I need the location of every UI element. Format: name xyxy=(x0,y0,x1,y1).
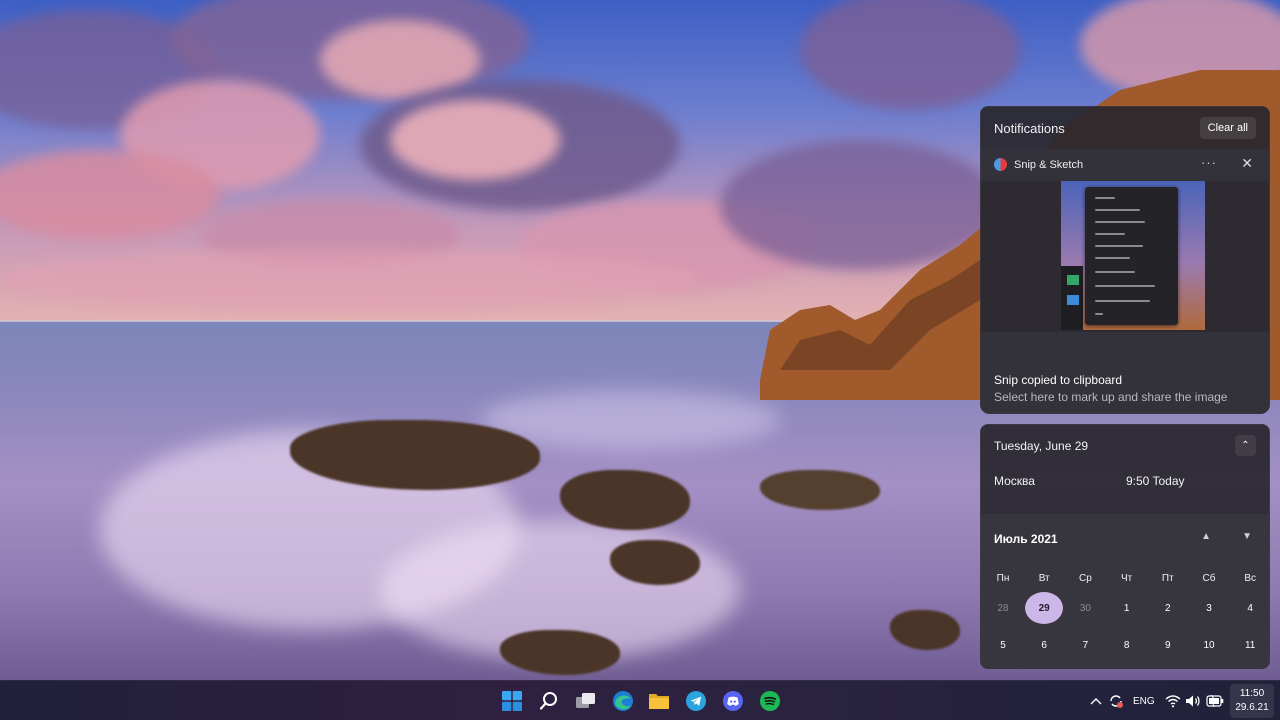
calendar-day-number: 6 xyxy=(1041,639,1047,651)
notifications-title: Notifications xyxy=(994,121,1065,136)
calendar-day-number: 5 xyxy=(1000,639,1006,651)
thumbnail-menu-line xyxy=(1095,271,1135,273)
show-hidden-icons[interactable] xyxy=(1090,681,1102,720)
start-icon[interactable] xyxy=(500,689,524,713)
toast-subtitle: Select here to mark up and share the ima… xyxy=(994,390,1228,404)
thumbnail-menu-line xyxy=(1095,300,1150,302)
snip-notification[interactable]: Snip & Sketch ··· ✕ Snip copied to clipb… xyxy=(981,149,1269,414)
calendar-day[interactable]: 3 xyxy=(1189,592,1229,624)
calendar-day[interactable]: 1 xyxy=(1107,592,1147,624)
calendar-day-number: 29 xyxy=(1025,592,1064,624)
taskbar-clock[interactable]: 11:50 29.6.21 xyxy=(1230,684,1274,718)
calendar-day-number: 30 xyxy=(1079,602,1091,614)
clock-time: 9:50 Today xyxy=(1126,474,1185,488)
thumbnail-menu-line xyxy=(1095,257,1130,259)
calendar-flyout: Tuesday, June 29 ⌃ Москва 9:50 Today Июл… xyxy=(980,424,1270,669)
calendar-day[interactable]: 10 xyxy=(1189,629,1229,661)
battery-icon[interactable] xyxy=(1206,681,1224,720)
calendar-day-number: 1 xyxy=(1123,602,1130,614)
calendar-day[interactable]: 4 xyxy=(1230,592,1269,624)
wallpaper-cloud xyxy=(0,250,700,310)
calendar-day-number: 4 xyxy=(1247,602,1253,614)
calendar-day-today[interactable]: 29 xyxy=(1024,592,1064,624)
thumbnail-context-menu xyxy=(1085,187,1178,325)
thumbnail-menu-line xyxy=(1095,209,1140,211)
weekday-header: Сб xyxy=(1202,572,1216,584)
toast-app-header: Snip & Sketch xyxy=(994,158,1083,171)
calendar-day[interactable]: 9 xyxy=(1148,629,1188,661)
calendar-month-view: Июль 2021 ▲ ▼ Пн Вт Ср Чт Пт Сб Вс 28 29 30 1 2 3 4 5 6… xyxy=(981,514,1269,668)
thumbnail-menu-line xyxy=(1095,313,1103,315)
calendar-day-number: 3 xyxy=(1206,602,1212,614)
calendar-day[interactable]: 28 xyxy=(983,592,1023,624)
weekday-header: Пн xyxy=(996,572,1010,584)
thumbnail-menu-line xyxy=(1095,285,1155,287)
calendar-day[interactable]: 6 xyxy=(1024,629,1064,661)
wifi-icon[interactable] xyxy=(1165,681,1181,720)
snip-sketch-icon xyxy=(994,158,1007,171)
thumbnail-menu-line xyxy=(1095,245,1143,247)
calendar-day-number: 8 xyxy=(1123,639,1130,651)
thumbnail-tile xyxy=(1067,295,1079,305)
search-icon[interactable] xyxy=(537,689,561,713)
more-options-icon[interactable]: ··· xyxy=(1201,155,1217,170)
calendar-date-heading: Tuesday, June 29 xyxy=(994,439,1089,453)
calendar-day-number: 9 xyxy=(1165,639,1171,651)
calendar-day[interactable]: 2 xyxy=(1148,592,1188,624)
close-icon[interactable]: ✕ xyxy=(1241,155,1253,172)
discord-icon[interactable] xyxy=(721,689,745,713)
taskbar: ENG 11:50 29.6.21 xyxy=(0,680,1280,720)
weekday-header: Ср xyxy=(1078,572,1092,584)
calendar-day[interactable]: 8 xyxy=(1107,629,1147,661)
language-indicator[interactable]: ENG xyxy=(1133,681,1155,720)
next-month-icon[interactable]: ▼ xyxy=(1242,531,1252,542)
file-explorer-icon[interactable] xyxy=(647,689,671,713)
month-label[interactable]: Июль 2021 xyxy=(994,532,1058,546)
taskbar-time: 11:50 xyxy=(1239,688,1265,699)
toast-title: Snip copied to clipboard xyxy=(994,373,1123,387)
thumbnail-menu-line xyxy=(1095,197,1115,199)
clear-all-button[interactable]: Clear all xyxy=(1199,117,1256,139)
edge-icon[interactable] xyxy=(611,689,635,713)
volume-icon[interactable] xyxy=(1185,681,1201,720)
weekday-header: Вт xyxy=(1038,572,1050,584)
chevron-up-icon: ⌃ xyxy=(1241,440,1250,451)
calendar-day-number: 2 xyxy=(1165,602,1171,614)
notification-center: Notifications Clear all Snip & Sketch ··… xyxy=(980,106,1270,414)
telegram-icon[interactable] xyxy=(684,689,708,713)
calendar-day[interactable]: 11 xyxy=(1230,629,1269,661)
clock-city: Москва xyxy=(994,474,1035,488)
taskbar-date: 29.6.21 xyxy=(1235,702,1269,713)
snip-preview-image[interactable] xyxy=(981,181,1269,332)
calendar-day-number: 7 xyxy=(1082,639,1089,651)
calendar-day-number: 10 xyxy=(1203,639,1215,651)
spotify-icon[interactable] xyxy=(758,689,782,713)
calendar-day-number: 28 xyxy=(997,602,1009,614)
chevron-up-icon xyxy=(1090,698,1102,705)
weekday-header: Чт xyxy=(1120,572,1133,584)
weekday-header: Пт xyxy=(1161,572,1174,584)
weekday-header: Вс xyxy=(1244,572,1257,584)
calendar-day[interactable]: 7 xyxy=(1065,629,1105,661)
previous-month-icon[interactable]: ▲ xyxy=(1201,531,1211,542)
calendar-day-number: 11 xyxy=(1244,639,1256,651)
thumbnail-menu-line xyxy=(1095,233,1125,235)
calendar-day[interactable]: 5 xyxy=(983,629,1023,661)
calendar-day[interactable]: 30 xyxy=(1065,592,1105,624)
collapse-calendar-button[interactable]: ⌃ xyxy=(1235,435,1256,456)
toast-app-name: Snip & Sketch xyxy=(1014,158,1084,171)
thumbnail-menu-line xyxy=(1095,221,1145,223)
sync-status-icon[interactable] xyxy=(1108,681,1124,720)
task-view-icon[interactable] xyxy=(574,689,598,713)
thumbnail-tile xyxy=(1067,275,1079,285)
wallpaper-cloud xyxy=(390,100,560,180)
snip-thumbnail xyxy=(1061,181,1205,330)
